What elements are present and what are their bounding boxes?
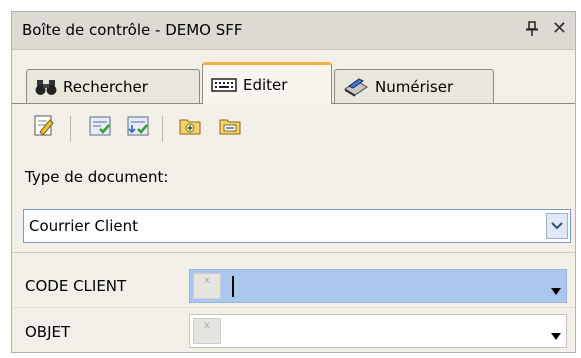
field-marker: x (193, 273, 221, 299)
tab-editer[interactable]: Editer (202, 62, 332, 104)
objet-field[interactable]: x (189, 314, 567, 348)
new-folder-icon (178, 114, 202, 142)
field-label-code-client: CODE CLIENT (25, 277, 127, 295)
text-caret (232, 276, 234, 297)
open-folder-button[interactable] (216, 114, 244, 142)
tab-numeriser[interactable]: Numériser (334, 69, 494, 103)
code-client-field[interactable]: x (189, 269, 567, 303)
toolbar-separator (70, 116, 71, 142)
section-divider (12, 252, 575, 253)
new-folder-button[interactable] (176, 114, 204, 142)
validate-next-button[interactable] (124, 114, 152, 142)
document-type-select[interactable]: Courrier Client (23, 209, 571, 243)
edit-document-button[interactable] (30, 114, 58, 142)
dropdown-arrow-icon[interactable] (551, 283, 561, 299)
tab-bar: Rechercher Editer Numériser (26, 62, 566, 104)
toolbar-separator (162, 116, 163, 142)
field-label-objet: OBJET (25, 323, 71, 341)
title-bar: Boîte de contrôle - DEMO SFF ✕ (12, 12, 575, 50)
document-type-value: Courrier Client (29, 217, 138, 235)
dropdown-arrow-icon[interactable] (551, 328, 561, 344)
edit-document-icon (32, 114, 56, 142)
keyboard-icon (211, 77, 237, 93)
scanner-icon (343, 77, 369, 97)
tab-label: Rechercher (63, 77, 148, 96)
binoculars-icon (35, 78, 57, 96)
close-icon[interactable]: ✕ (552, 18, 567, 39)
control-panel: Boîte de contrôle - DEMO SFF ✕ Recherche… (11, 11, 576, 353)
window-title: Boîte de contrôle - DEMO SFF (22, 21, 243, 39)
validate-next-icon (126, 114, 150, 142)
open-folder-icon (218, 114, 242, 142)
row-separator (12, 307, 575, 308)
document-type-label: Type de document: (25, 168, 169, 186)
validate-button[interactable] (86, 114, 114, 142)
tab-rechercher[interactable]: Rechercher (26, 69, 200, 103)
tab-label: Editer (243, 75, 288, 94)
field-marker: x (193, 318, 221, 344)
validate-icon (88, 114, 112, 142)
pin-icon[interactable] (525, 21, 539, 41)
toolbar (26, 108, 526, 148)
tab-label: Numériser (375, 77, 454, 96)
chevron-down-icon[interactable] (546, 213, 568, 239)
